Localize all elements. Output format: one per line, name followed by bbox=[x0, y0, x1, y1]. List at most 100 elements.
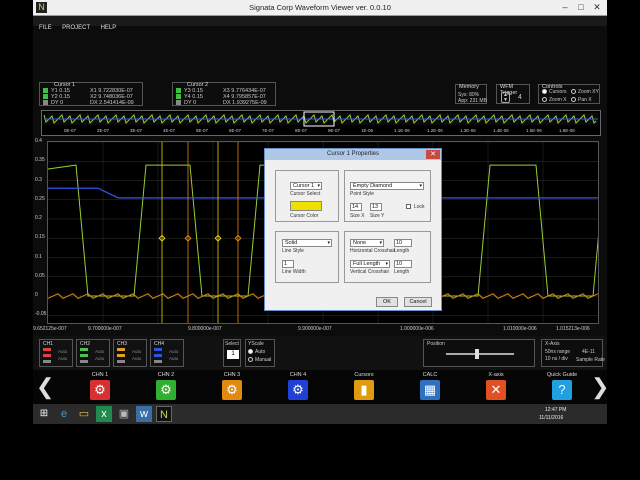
y-tick-label: 0 bbox=[35, 292, 38, 299]
close-button[interactable]: ✕ bbox=[591, 2, 603, 13]
yscale-title: YScale bbox=[248, 341, 264, 347]
waveform-viewer-taskbar-icon[interactable]: N bbox=[156, 406, 172, 422]
position-panel: Position bbox=[423, 339, 535, 367]
channel-color-swatch[interactable] bbox=[154, 354, 162, 357]
channel-auto-label: Auto bbox=[95, 356, 105, 361]
channel-name: CH4 bbox=[154, 341, 165, 347]
line-style-dropdown[interactable]: Solid ▾ bbox=[282, 239, 332, 247]
y-tick-label: -0.05 bbox=[35, 311, 47, 318]
word-icon[interactable]: w bbox=[136, 406, 152, 422]
channel-color-swatch[interactable] bbox=[43, 348, 51, 351]
cancel-button[interactable]: Cancel bbox=[404, 297, 432, 307]
position-slider-track[interactable] bbox=[446, 353, 514, 355]
channel-color-swatch[interactable] bbox=[117, 348, 125, 351]
v-crosshair-dropdown[interactable]: Full Length ▾ bbox=[350, 260, 390, 268]
maximize-button[interactable]: □ bbox=[575, 2, 587, 13]
cursor-select-label: Cursor Select bbox=[290, 191, 321, 197]
channel-color-swatch[interactable] bbox=[80, 348, 88, 351]
lock-checkbox[interactable] bbox=[406, 204, 411, 209]
app-window: N Signata Corp Waveform Viewer ver. 0.0.… bbox=[33, 0, 607, 424]
menu-project[interactable]: PROJECT bbox=[62, 25, 90, 31]
h-length-input[interactable]: 10 bbox=[394, 239, 412, 247]
x-axis-icon: ✕ bbox=[486, 380, 506, 400]
channel-color-swatch[interactable] bbox=[80, 360, 88, 363]
overview-tick: 6E-07 bbox=[229, 128, 242, 133]
checkbox[interactable] bbox=[43, 100, 48, 106]
channel-color-swatch[interactable] bbox=[80, 354, 88, 357]
point-style-dropdown[interactable]: Empty Diamond ▾ bbox=[350, 182, 424, 190]
toolbar-cursors[interactable]: Cursors ▮ bbox=[346, 372, 382, 400]
gear-icon: ⚙ bbox=[90, 380, 110, 400]
x-tick-label: 9.700000e-007 bbox=[88, 326, 122, 332]
channel-color-swatch[interactable] bbox=[43, 360, 51, 363]
excel-icon[interactable]: x bbox=[96, 406, 112, 422]
size-y-input[interactable]: 13 bbox=[370, 203, 382, 211]
ok-button[interactable]: OK bbox=[376, 297, 398, 307]
h-crosshair-dropdown[interactable]: None ▾ bbox=[350, 239, 384, 247]
menu-file[interactable]: FILE bbox=[39, 25, 52, 31]
checkbox[interactable] bbox=[176, 94, 181, 100]
image-viewer-icon[interactable]: ▣ bbox=[116, 406, 132, 422]
channel-color-swatch[interactable] bbox=[117, 354, 125, 357]
y-tick-label: 0.35 bbox=[35, 157, 45, 164]
radio-cursors[interactable]: Cursors bbox=[542, 89, 567, 95]
channel-auto-label: Auto bbox=[132, 356, 142, 361]
v-length-input[interactable]: 10 bbox=[394, 260, 412, 268]
toolbar-label: Cursors bbox=[354, 372, 374, 378]
toolbar-chn-3[interactable]: CHN 3 ⚙ bbox=[214, 372, 250, 400]
point-style-label: Point Style bbox=[350, 191, 374, 197]
yscale-auto-radio[interactable]: Auto bbox=[248, 349, 265, 355]
y-tick-label: 0.05 bbox=[35, 272, 45, 279]
toolbar-chn-4[interactable]: CHN 4 ⚙ bbox=[280, 372, 316, 400]
radio-zoom-xy[interactable]: Zoom XY bbox=[571, 89, 599, 95]
xaxis-value: 4E-11 bbox=[582, 349, 595, 355]
toolbar-x-axis[interactable]: X-axis ✕ bbox=[478, 372, 514, 400]
checkbox[interactable] bbox=[176, 88, 181, 94]
browser-icon[interactable]: e bbox=[56, 406, 72, 422]
cursor-color-swatch[interactable] bbox=[290, 201, 322, 211]
checkbox[interactable] bbox=[176, 100, 181, 106]
line-width-input[interactable]: 1 bbox=[282, 260, 294, 268]
channel-auto-label: Auto bbox=[169, 356, 179, 361]
toolbar-calc[interactable]: CALC ▦ bbox=[412, 372, 448, 400]
overview-waveform bbox=[43, 111, 598, 127]
line-width-label: Line Width bbox=[282, 269, 306, 275]
menu-help[interactable]: HELP bbox=[101, 25, 117, 31]
gear-icon: ⚙ bbox=[156, 380, 176, 400]
minimize-button[interactable]: – bbox=[559, 2, 571, 13]
channel-auto-label: Auto bbox=[58, 356, 68, 361]
menu-bar: FILE PROJECT HELP bbox=[33, 16, 607, 31]
checkbox[interactable] bbox=[43, 88, 48, 94]
trigger-stepper[interactable]: ▲ ▼ bbox=[501, 92, 510, 103]
toolbar-chn-2[interactable]: CHN 2 ⚙ bbox=[148, 372, 184, 400]
checkbox[interactable] bbox=[43, 94, 48, 100]
next-arrow-icon[interactable]: ❯ bbox=[591, 376, 607, 398]
prev-arrow-icon[interactable]: ❮ bbox=[36, 376, 54, 398]
dialog-close-button[interactable]: ✕ bbox=[426, 150, 440, 159]
channel-color-swatch[interactable] bbox=[43, 354, 51, 357]
size-x-input[interactable]: 14 bbox=[350, 203, 362, 211]
channel-name: CH2 bbox=[80, 341, 91, 347]
yscale-manual-radio[interactable]: Manual bbox=[248, 357, 271, 363]
overview-strip[interactable]: 0E-07 2E-07 3E-07 4E-07 5E-07 6E-07 7E-07 8E-07… bbox=[41, 110, 601, 136]
channel-color-swatch[interactable] bbox=[117, 360, 125, 363]
overview-tick: 1.5E-06 bbox=[526, 128, 542, 133]
channel-color-swatch[interactable] bbox=[154, 348, 162, 351]
folder-icon[interactable]: ▭ bbox=[76, 406, 92, 422]
select-input[interactable]: 1 bbox=[227, 350, 239, 359]
channel-auto-label: Auto bbox=[169, 349, 179, 354]
x-tick-label: 1.000000e-006 bbox=[400, 326, 434, 332]
cursor-select-dropdown[interactable]: Cursor 1 ▾ bbox=[290, 182, 322, 190]
channel-name: CH1 bbox=[43, 341, 54, 347]
toolbar-quick-guide[interactable]: Quick Guide? bbox=[544, 372, 580, 400]
cursor1-panel: Cursor 1 Y1 0.15 Y2 0.15 DY 0 X1 9.72283… bbox=[39, 82, 143, 106]
toolbar-chn-1[interactable]: CHN 1 ⚙ bbox=[82, 372, 118, 400]
windows-start-icon[interactable]: ⊞ bbox=[36, 406, 52, 422]
radio-zoom-x[interactable]: Zoom X bbox=[542, 97, 567, 103]
clock-date: 11/11/2016 bbox=[539, 415, 564, 421]
position-slider-thumb[interactable] bbox=[474, 349, 479, 359]
v-crosshair-label: Vertical Crosshair bbox=[350, 269, 390, 275]
channel-color-swatch[interactable] bbox=[154, 360, 162, 363]
radio-pan-x[interactable]: Pan X bbox=[571, 97, 592, 103]
line-style-group: Solid ▾ Line Style 1 Line Width bbox=[275, 231, 339, 283]
